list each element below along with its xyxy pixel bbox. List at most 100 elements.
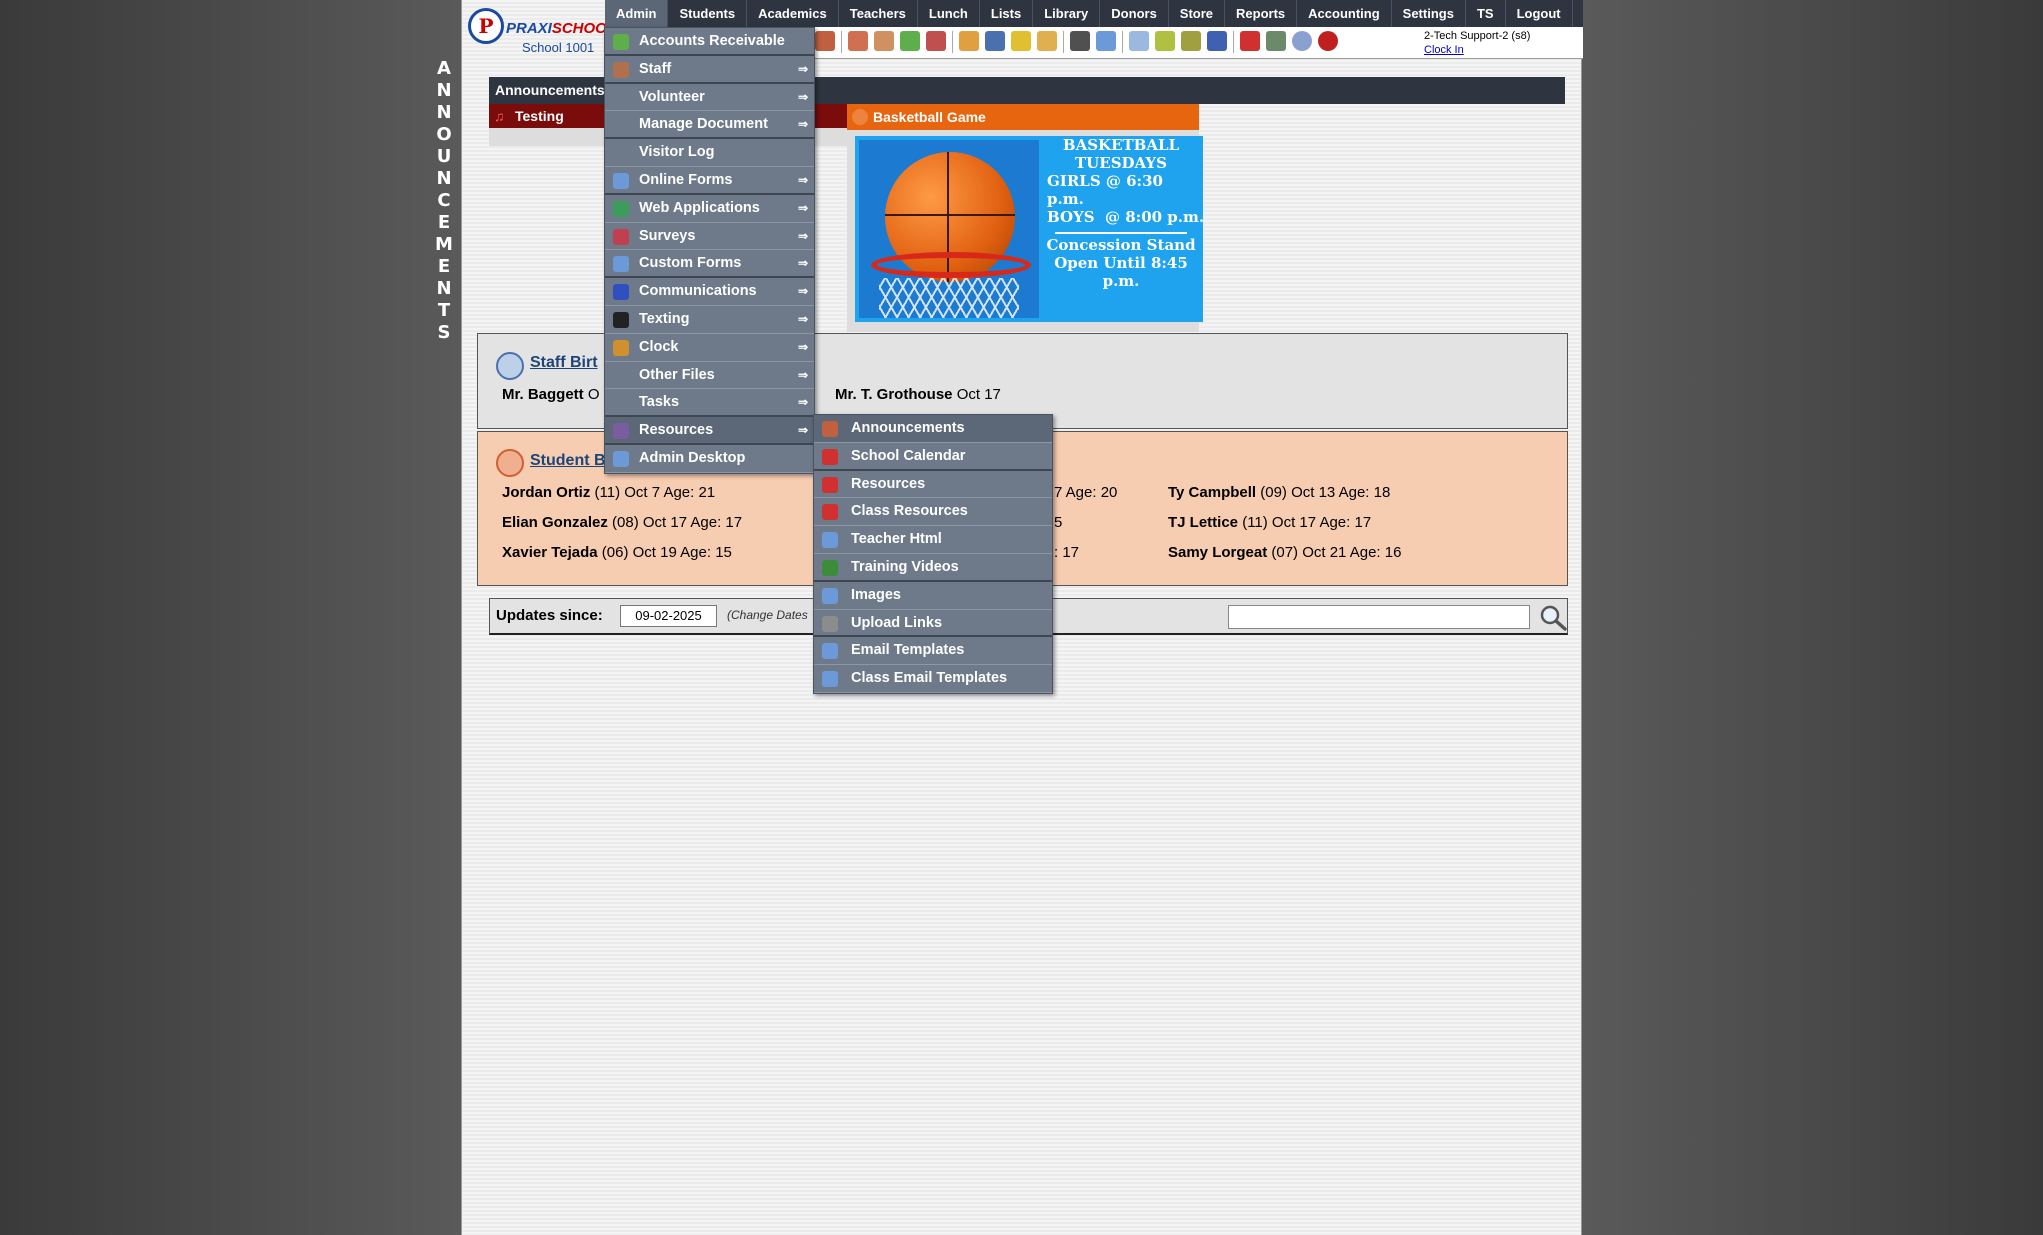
menu-item-volunteer[interactable]: Volunteer ⇒	[605, 84, 814, 112]
power-icon[interactable]	[1318, 31, 1338, 51]
nav-logout[interactable]: Logout	[1506, 0, 1573, 27]
menu-item-email-templates[interactable]: Email Templates	[814, 637, 1052, 666]
clock-icon[interactable]	[1096, 31, 1116, 51]
menu-item-label: Announcements	[851, 420, 965, 436]
submenu-arrow-icon: ⇒	[797, 311, 808, 326]
resources-submenu: Announcements School Calendar Resources Cla…	[813, 414, 1053, 694]
menu-item-admin-desktop[interactable]: Admin Desktop	[605, 445, 814, 473]
menu-item-resources[interactable]: Resources ⇒	[605, 417, 814, 445]
ap-icon[interactable]	[1207, 31, 1227, 51]
menu-item-label: Training Videos	[851, 558, 959, 575]
menu-item-online-forms[interactable]: Online Forms ⇒	[605, 167, 814, 195]
menu-item-label: Volunteer	[639, 88, 705, 105]
menu-item-manage-document[interactable]: Manage Document ⇒	[605, 111, 814, 140]
nav-settings[interactable]: Settings	[1392, 0, 1466, 27]
clock-in-link[interactable]: Clock In	[1424, 43, 1530, 57]
grid-icon[interactable]	[1129, 31, 1149, 51]
nav-store[interactable]: Store	[1169, 0, 1226, 27]
search-icon[interactable]	[1538, 603, 1568, 631]
student-icon[interactable]	[874, 31, 894, 51]
nav-academics[interactable]: Academics	[747, 0, 839, 27]
toolbar-icons	[815, 31, 1338, 53]
menu-item-visitor-log[interactable]: Visitor Log	[605, 139, 814, 167]
nav-donors[interactable]: Donors	[1100, 0, 1169, 27]
student-birthday-entry: 7 Age: 20	[1054, 484, 1118, 501]
menu-item-label: Web Applications	[639, 199, 760, 216]
cash-icon[interactable]	[1266, 31, 1286, 51]
menu-item-label: Custom Forms	[639, 255, 742, 272]
alarm-clock-icon	[613, 339, 629, 356]
logo-badge: P	[468, 8, 504, 44]
family-icon[interactable]	[926, 31, 946, 51]
change-dates-link[interactable]: (Change Dates	[727, 608, 808, 622]
menu-item-other-files[interactable]: Other Files ⇒	[605, 362, 814, 390]
menu-item-resources[interactable]: Resources	[814, 471, 1052, 499]
lunch-icon[interactable]	[959, 31, 979, 51]
printer-icon[interactable]	[1181, 31, 1201, 51]
menu-item-announcements[interactable]: Announcements	[814, 415, 1052, 443]
user-icon[interactable]	[1070, 31, 1090, 51]
menu-item-label: Texting	[639, 310, 690, 327]
menu-item-web-applications[interactable]: Web Applications ⇒	[605, 195, 814, 223]
help-icon[interactable]	[1292, 31, 1312, 51]
nav-admin[interactable]: Admin	[605, 0, 669, 27]
vertical-label-letter: N	[436, 278, 452, 299]
menu-item-communications[interactable]: Communications ⇒	[605, 278, 814, 306]
menu-item-label: Online Forms	[639, 171, 733, 188]
menu-item-label: Teacher Html	[851, 531, 942, 548]
student-birthday-entry: Samy Lorgeat (07) Oct 21 Age: 16	[1168, 544, 1402, 561]
menu-item-school-calendar[interactable]: School Calendar	[814, 443, 1052, 471]
menu-item-class-email-templates[interactable]: Class Email Templates	[814, 665, 1052, 693]
hoop-image	[871, 252, 1031, 278]
menu-item-teacher-html[interactable]: Teacher Html	[814, 526, 1052, 554]
nav-library[interactable]: Library	[1033, 0, 1101, 27]
menu-item-clock[interactable]: Clock ⇒	[605, 334, 814, 362]
menu-item-images[interactable]: Images	[814, 582, 1052, 610]
nav-ts[interactable]: TS	[1466, 0, 1506, 27]
announcements-vertical-label: ANNOUNCEMENTS	[432, 58, 456, 344]
menu-item-label: Class Email Templates	[851, 670, 1008, 687]
student-birthday-entry: Elian Gonzalez (08) Oct 17 Age: 17	[502, 514, 743, 531]
menu-item-label: Communications	[639, 283, 757, 300]
menu-item-training-videos[interactable]: Training Videos	[814, 554, 1052, 582]
money-icon[interactable]	[900, 31, 920, 51]
staff-icon	[613, 61, 629, 78]
envelope-icon	[822, 671, 838, 688]
nav-lunch[interactable]: Lunch	[918, 0, 980, 27]
basketball-announcement-title[interactable]: Basketball Game	[847, 104, 1199, 130]
nav-teachers[interactable]: Teachers	[839, 0, 918, 27]
user-info: 2-Tech Support-2 (s8) Clock In	[1424, 29, 1530, 57]
student-birthdays-title[interactable]: Student B	[530, 452, 606, 470]
html-icon	[613, 256, 629, 273]
book-icon[interactable]	[985, 31, 1005, 51]
menu-item-label: School Calendar	[851, 447, 966, 464]
staff-birthdays-title[interactable]: Staff Birt	[530, 354, 598, 372]
nav-students[interactable]: Students	[668, 0, 748, 27]
menu-item-accounts-receivable[interactable]: Accounts Receivable	[605, 28, 814, 56]
menu-item-upload-links[interactable]: Upload Links	[814, 610, 1052, 638]
menu-item-surveys[interactable]: Surveys ⇒	[605, 223, 814, 251]
menu-item-staff[interactable]: Staff ⇒	[605, 56, 814, 84]
toolbar-separator	[1063, 31, 1064, 53]
updates-date-field[interactable]: 09-02-2025	[620, 605, 717, 627]
broom-icon[interactable]	[1011, 31, 1031, 51]
pdf-icon[interactable]	[1240, 31, 1260, 51]
teacher-icon[interactable]	[848, 31, 868, 51]
menu-item-tasks[interactable]: Tasks ⇒	[605, 389, 814, 418]
nav-accounting[interactable]: Accounting	[1297, 0, 1392, 27]
search-input[interactable]	[1228, 605, 1530, 629]
submenu-arrow-icon: ⇒	[797, 339, 808, 354]
ruler-icon[interactable]	[1155, 31, 1175, 51]
nav-reports[interactable]: Reports	[1225, 0, 1298, 27]
praxischool-logo[interactable]: P PRAXISCHOOL™ School 1001	[466, 4, 625, 58]
nav-lists[interactable]: Lists	[980, 0, 1034, 27]
menu-item-custom-forms[interactable]: Custom Forms ⇒	[605, 250, 814, 279]
menu-item-label: Class Resources	[851, 503, 968, 520]
staff-birthday-entry: Mr. Baggett O	[502, 386, 600, 403]
user-name: 2-Tech Support-2 (s8)	[1424, 30, 1531, 42]
menu-item-class-resources[interactable]: Class Resources	[814, 498, 1052, 527]
html-icon	[822, 532, 838, 549]
megaphone-icon[interactable]	[815, 31, 835, 51]
donation-icon[interactable]	[1037, 31, 1057, 51]
menu-item-texting[interactable]: Texting ⇒	[605, 306, 814, 334]
